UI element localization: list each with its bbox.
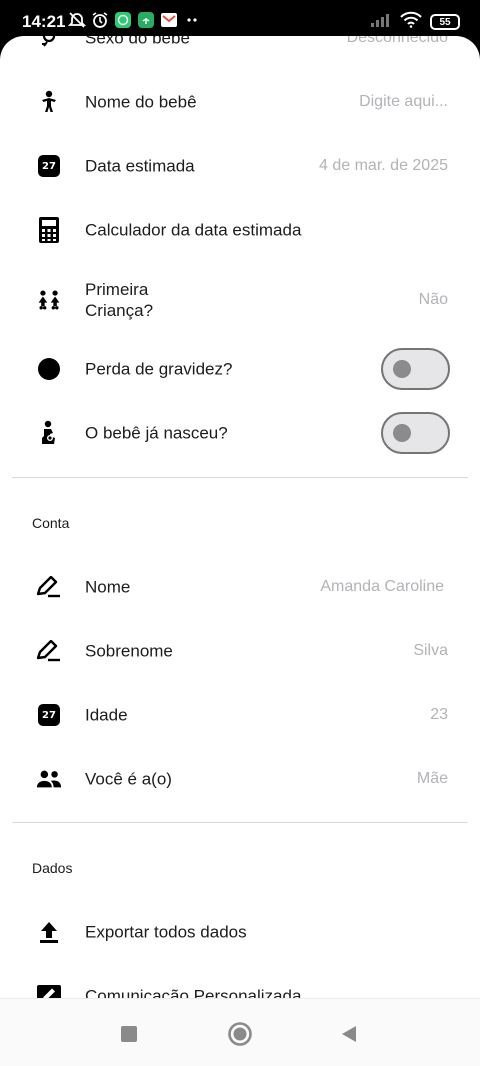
row-label: Sobrenome [85, 641, 173, 661]
mother-baby-icon [36, 420, 62, 446]
row-value: Não [418, 291, 448, 308]
calendar-badge: 27 [38, 155, 60, 177]
row-label: Primeira Criança? [85, 280, 154, 320]
settings-sheet: Sexo do bebê Desconhecido Nome do bebê D… [0, 36, 480, 998]
more-dots-icon [183, 11, 201, 29]
wifi-icon [400, 11, 422, 33]
back-triangle-icon[interactable] [336, 1021, 362, 1047]
row-value: Mãe [416, 770, 448, 787]
edit-box-icon [36, 983, 62, 998]
silent-alarm-icon [68, 11, 86, 29]
row-value: Amanda Caroline [320, 578, 444, 595]
row-export-data[interactable]: Exportar todos dados [0, 900, 480, 964]
pregnancy-loss-toggle[interactable] [381, 348, 450, 390]
baby-born-toggle[interactable] [381, 412, 450, 454]
row-first-child[interactable]: Primeira Criança? Não [0, 268, 480, 332]
row-label: Você é a(o) [85, 769, 172, 789]
system-nav-bar [0, 998, 480, 1066]
battery-icon: 55 [430, 14, 460, 30]
row-personalized-communication[interactable]: Comunicação Personalizada [0, 964, 480, 998]
row-label: Exportar todos dados [85, 922, 247, 942]
status-time: 14:21 [22, 12, 66, 31]
divider [12, 477, 468, 478]
row-role[interactable]: Você é a(o) Mãe [0, 747, 480, 811]
circle-icon [36, 356, 62, 382]
row-value: Digite aqui... [359, 93, 448, 110]
toggle-knob [393, 360, 411, 378]
row-pregnancy-loss[interactable]: Perda de gravidez? [0, 337, 480, 401]
people-icon [36, 766, 62, 792]
calendar-badge: 27 [38, 704, 60, 726]
row-label: Nome do bebê [85, 92, 197, 112]
section-title-data: Dados [32, 860, 73, 876]
calculator-icon [36, 217, 62, 243]
baby-icon [36, 89, 62, 115]
children-icon [36, 287, 62, 313]
row-due-date-calculator[interactable]: Calculador da data estimada [0, 198, 480, 262]
whatsapp-icon [114, 11, 132, 29]
row-value: 23 [430, 706, 448, 723]
row-baby-sex[interactable]: Sexo do bebê Desconhecido [0, 36, 480, 70]
row-last-name[interactable]: Sobrenome Silva [0, 619, 480, 683]
upload-icon [36, 919, 62, 945]
calendar-icon: 27 [36, 702, 62, 728]
pen-icon [36, 574, 62, 600]
row-label: Idade [85, 705, 128, 725]
row-value: Silva [413, 642, 448, 659]
cellular-signal-icon [370, 12, 392, 33]
gmail-icon [160, 11, 178, 29]
row-label: Comunicação Personalizada [85, 986, 302, 999]
row-age[interactable]: 27 Idade 23 [0, 683, 480, 747]
row-first-name[interactable]: Nome Amanda Caroline [0, 555, 480, 619]
status-left-icons [68, 11, 201, 29]
pen-icon [36, 638, 62, 664]
row-label: Sexo do bebê [85, 36, 190, 48]
divider [12, 822, 468, 823]
row-label: Nome [85, 577, 131, 597]
section-title-account: Conta [32, 515, 70, 531]
row-value: Desconhecido [346, 36, 448, 46]
row-baby-born[interactable]: O bebê já nasceu? [0, 401, 480, 465]
row-baby-name[interactable]: Nome do bebê Digite aqui... [0, 70, 480, 134]
recents-square-icon[interactable] [116, 1021, 142, 1047]
gender-icon [36, 36, 62, 51]
row-label: Calculador da data estimada [85, 220, 302, 240]
status-right-icons: 55 [370, 11, 460, 33]
home-circle-icon[interactable] [227, 1021, 253, 1047]
row-value: 4 de mar. de 2025 [319, 157, 448, 174]
status-bar: 14:21 55 [0, 0, 480, 40]
row-due-date[interactable]: 27 Data estimada 4 de mar. de 2025 [0, 134, 480, 198]
calendar-icon: 27 [36, 153, 62, 179]
toggle-knob [393, 424, 411, 442]
alarm-icon [91, 11, 109, 29]
row-label: O bebê já nasceu? [85, 423, 228, 443]
row-label: Data estimada [85, 156, 195, 176]
signal-app-icon [137, 11, 155, 29]
row-label: Perda de gravidez? [85, 359, 233, 379]
